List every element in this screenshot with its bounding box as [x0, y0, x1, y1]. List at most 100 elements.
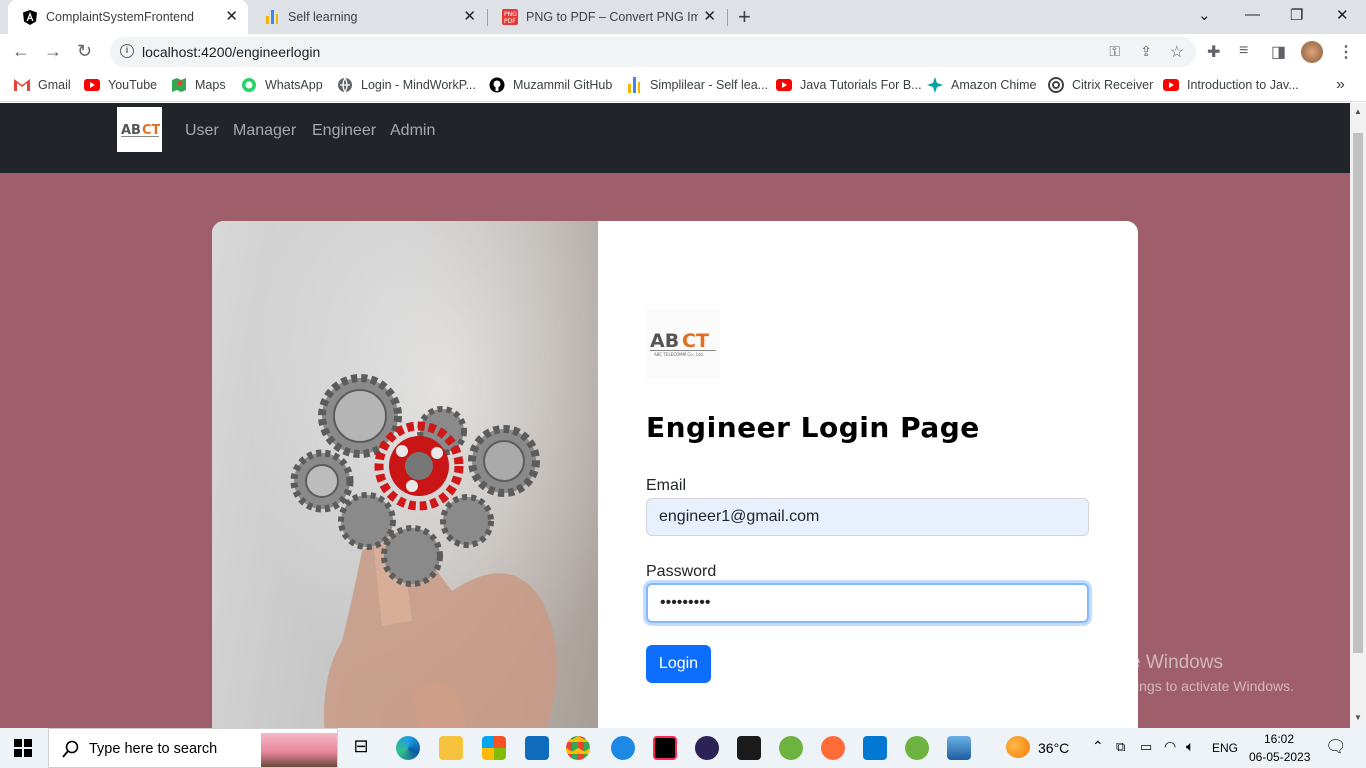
intellij-icon[interactable]	[653, 736, 677, 760]
tab-complaint-system[interactable]: ComplaintSystemFrontend ✕	[8, 0, 248, 34]
bookmark-github[interactable]: Muzammil GitHub	[489, 76, 612, 94]
minimize-button[interactable]: —	[1245, 6, 1260, 23]
bookmark-amazon-chime[interactable]: Amazon Chime	[927, 76, 1036, 94]
profile-avatar[interactable]	[1301, 41, 1323, 63]
address-bar[interactable]: i localhost:4200/engineerlogin ⚿ ⇪ ☆	[110, 37, 1196, 67]
key-icon[interactable]: ⚿	[1109, 43, 1120, 60]
close-window-button[interactable]: ✕	[1336, 6, 1349, 24]
new-tab-button[interactable]: +	[738, 5, 751, 29]
browser-icon[interactable]	[611, 736, 635, 760]
clock-time[interactable]: 16:02	[1264, 732, 1294, 746]
maximize-button[interactable]: ❐	[1290, 6, 1303, 24]
language-indicator[interactable]: ENG	[1212, 741, 1238, 755]
email-field[interactable]	[646, 498, 1089, 536]
scrollbar-thumb[interactable]	[1353, 133, 1363, 653]
bookmark-youtube[interactable]: YouTube	[84, 76, 157, 94]
svg-text:CT: CT	[142, 123, 160, 138]
page-title: Engineer Login Page	[646, 411, 980, 444]
close-tab-icon[interactable]: ✕	[225, 9, 238, 25]
store-icon[interactable]	[482, 736, 506, 760]
page-content: AB CT User Manager Engineer Admin AB CT …	[0, 103, 1350, 728]
login-button[interactable]: Login	[646, 645, 711, 683]
bookmark-citrix[interactable]: Citrix Receiver	[1048, 76, 1153, 94]
menu-icon[interactable]: ⋮	[1338, 42, 1354, 62]
photos-icon[interactable]	[947, 736, 971, 760]
tab-self-learning[interactable]: Self learning ✕	[250, 0, 486, 34]
close-tab-icon[interactable]: ✕	[703, 9, 716, 25]
taskbar-search[interactable]: Type here to search	[48, 728, 338, 768]
side-panel-icon[interactable]: ◨	[1271, 42, 1286, 62]
back-button[interactable]: ←	[12, 40, 30, 62]
task-view-icon[interactable]: ⊟	[349, 736, 373, 760]
company-logo: AB CT ABC TELECOMM Co., Ltd.	[646, 309, 720, 379]
password-field[interactable]	[646, 583, 1089, 623]
app-navbar: AB CT User Manager Engineer Admin	[0, 103, 1350, 173]
tab-search-icon[interactable]: ⌄	[1198, 6, 1211, 24]
bookmark-label: Muzammil GitHub	[513, 78, 613, 92]
nav-link-manager[interactable]: Manager	[233, 122, 296, 140]
tab-png-to-pdf[interactable]: PNG PDF PNG to PDF – Convert PNG Imag ✕	[488, 0, 726, 34]
edge-icon[interactable]	[396, 736, 420, 760]
chrome-icon[interactable]	[566, 736, 590, 760]
bookmark-simplilearn[interactable]: Simplilear - Self lea...	[626, 76, 768, 94]
bookmark-intro-java[interactable]: Introduction to Jav...	[1163, 76, 1299, 94]
logo-text: AB	[650, 330, 679, 352]
spring-tools-icon[interactable]	[905, 736, 929, 760]
tab-title: Self learning	[288, 10, 358, 24]
gmail-icon	[14, 77, 30, 93]
login-form-area: AB CT ABC TELECOMM Co., Ltd. Engineer Lo…	[598, 221, 1138, 728]
close-tab-icon[interactable]: ✕	[463, 9, 476, 25]
bookmark-maps[interactable]: Maps	[171, 76, 226, 94]
forward-button[interactable]: →	[44, 40, 62, 62]
bookmark-label: Citrix Receiver	[1072, 78, 1154, 92]
h2-console-icon[interactable]	[737, 736, 761, 760]
bookmarks-bar: Gmail YouTube Maps WhatsApp Login - Mind…	[0, 70, 1366, 102]
login-card: AB CT ABC TELECOMM Co., Ltd. Engineer Lo…	[212, 221, 1138, 728]
password-label: Password	[646, 563, 717, 580]
wifi-icon[interactable]: ◠	[1164, 738, 1176, 755]
bookmark-label: Gmail	[38, 78, 71, 92]
png-pdf-icon: PNG PDF	[502, 9, 518, 25]
site-info-icon[interactable]: i	[120, 44, 134, 58]
media-control-icon[interactable]: ≡	[1239, 42, 1248, 60]
bookmark-label: Maps	[195, 78, 226, 92]
simplilearn-icon	[264, 9, 280, 25]
bookmark-star-icon[interactable]: ☆	[1170, 42, 1184, 62]
extensions-icon[interactable]: ✚	[1207, 42, 1220, 62]
nav-link-admin[interactable]: Admin	[390, 122, 435, 140]
share-icon[interactable]: ⇪	[1140, 43, 1152, 60]
search-highlight-image	[261, 733, 337, 767]
more-bookmarks-icon[interactable]: »	[1336, 76, 1345, 94]
reload-button[interactable]: ↻	[77, 40, 92, 62]
bookmark-gmail[interactable]: Gmail	[14, 76, 71, 94]
tray-expand-icon[interactable]: ⌃	[1092, 738, 1104, 755]
nav-link-engineer[interactable]: Engineer	[312, 122, 376, 140]
clock-date[interactable]: 06-05-2023	[1249, 750, 1310, 764]
bookmark-java-tutorials[interactable]: Java Tutorials For B...	[776, 76, 922, 94]
navbar-brand-logo[interactable]: AB CT	[117, 107, 162, 152]
network-device-icon[interactable]: ⧉	[1116, 739, 1125, 755]
mail-icon[interactable]	[525, 736, 549, 760]
tab-title: ComplaintSystemFrontend	[46, 10, 194, 24]
bookmark-mindwork[interactable]: Login - MindWorkP...	[337, 76, 476, 94]
eclipse-icon[interactable]	[695, 736, 719, 760]
weather-icon[interactable]	[1006, 736, 1030, 758]
postman-icon[interactable]	[821, 736, 845, 760]
notifications-icon[interactable]: 🗨︎	[1325, 737, 1347, 757]
volume-icon[interactable]: 🔈︎	[1186, 738, 1194, 755]
nav-link-user[interactable]: User	[185, 122, 219, 140]
spring-tools-icon[interactable]	[779, 736, 803, 760]
svg-text:PNG: PNG	[504, 11, 517, 18]
windows-taskbar: Type here to search ⊟ 36°C ⌃ ⧉ ▭ ◠ 🔈︎ EN…	[0, 728, 1366, 768]
scroll-up-icon[interactable]: ▲	[1354, 107, 1362, 116]
windows-start-icon[interactable]	[14, 739, 32, 757]
file-explorer-icon[interactable]	[439, 736, 463, 760]
page-scrollbar[interactable]: ▲ ▼	[1350, 103, 1366, 728]
hero-image	[212, 221, 598, 728]
battery-icon[interactable]: ▭	[1140, 739, 1152, 755]
bookmark-whatsapp[interactable]: WhatsApp	[241, 76, 323, 94]
scroll-down-icon[interactable]: ▼	[1354, 713, 1362, 722]
angular-icon	[22, 9, 38, 25]
vscode-icon[interactable]	[863, 736, 887, 760]
bookmark-label: Amazon Chime	[951, 78, 1037, 92]
